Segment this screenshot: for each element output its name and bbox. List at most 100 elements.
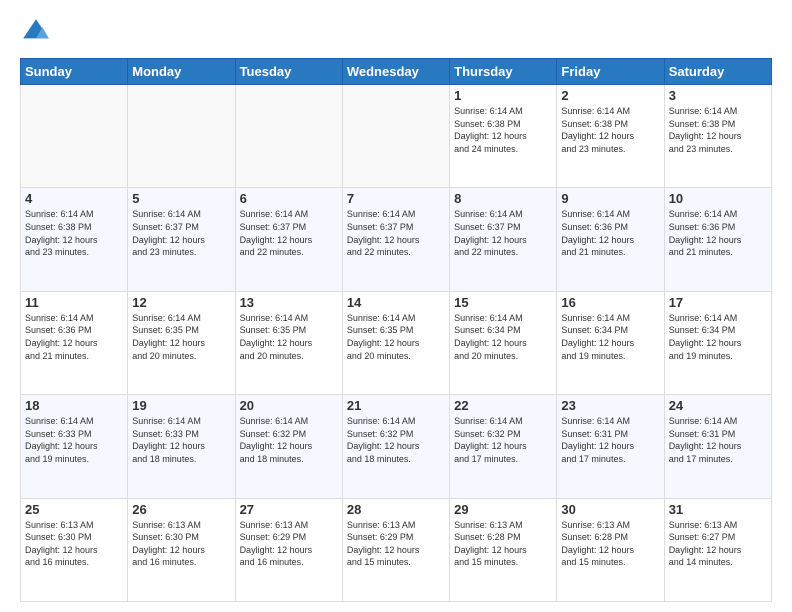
- calendar-cell: 21Sunrise: 6:14 AMSunset: 6:32 PMDayligh…: [342, 395, 449, 498]
- header-sunday: Sunday: [21, 59, 128, 85]
- day-info: Sunrise: 6:14 AMSunset: 6:38 PMDaylight:…: [561, 105, 659, 155]
- day-number: 20: [240, 398, 338, 413]
- day-info: Sunrise: 6:14 AMSunset: 6:36 PMDaylight:…: [25, 312, 123, 362]
- day-info: Sunrise: 6:14 AMSunset: 6:34 PMDaylight:…: [454, 312, 552, 362]
- day-number: 6: [240, 191, 338, 206]
- day-number: 9: [561, 191, 659, 206]
- header: [20, 16, 772, 48]
- calendar-cell: 13 Sunrise: 6:14 AMSunset: 6:35 PMDayligh…: [235, 291, 342, 394]
- day-number: 7: [347, 191, 445, 206]
- calendar-cell: 22 Sunrise: 6:14 AMSunset: 6:32 PMDayligh…: [450, 395, 557, 498]
- calendar-cell: [342, 85, 449, 188]
- week-row-1: 1 Sunrise: 6:14 AMSunset: 6:38 PMDaylight…: [21, 85, 772, 188]
- day-info: Sunrise: 6:14 AMSunset: 6:31 PMDaylight:…: [561, 415, 659, 465]
- day-number: 8: [454, 191, 552, 206]
- day-number: 11: [25, 295, 123, 310]
- day-number: 30: [561, 502, 659, 517]
- calendar-cell: 28Sunrise: 6:13 AMSunset: 6:29 PMDayligh…: [342, 498, 449, 601]
- calendar-cell: 10Sunrise: 6:14 AMSunset: 6:36 PMDayligh…: [664, 188, 771, 291]
- week-row-2: 4 Sunrise: 6:14 AMSunset: 6:38 PMDaylight…: [21, 188, 772, 291]
- calendar-cell: 31 Sunrise: 6:13 AMSunset: 6:27 PMDayligh…: [664, 498, 771, 601]
- calendar-cell: 17Sunrise: 6:14 AMSunset: 6:34 PMDayligh…: [664, 291, 771, 394]
- calendar-cell: 27Sunrise: 6:13 AMSunset: 6:29 PMDayligh…: [235, 498, 342, 601]
- day-number: 19: [132, 398, 230, 413]
- week-row-3: 11 Sunrise: 6:14 AMSunset: 6:36 PMDayligh…: [21, 291, 772, 394]
- day-number: 24: [669, 398, 767, 413]
- day-number: 21: [347, 398, 445, 413]
- day-info: Sunrise: 6:14 AMSunset: 6:38 PMDaylight:…: [454, 105, 552, 155]
- day-number: 12: [132, 295, 230, 310]
- day-info: Sunrise: 6:13 AMSunset: 6:28 PMDaylight:…: [561, 519, 659, 569]
- day-info: Sunrise: 6:13 AMSunset: 6:28 PMDaylight:…: [454, 519, 552, 569]
- page: SundayMondayTuesdayWednesdayThursdayFrid…: [0, 0, 792, 612]
- day-info: Sunrise: 6:13 AMSunset: 6:30 PMDaylight:…: [132, 519, 230, 569]
- calendar-cell: 25Sunrise: 6:13 AMSunset: 6:30 PMDayligh…: [21, 498, 128, 601]
- calendar-cell: 23 Sunrise: 6:14 AMSunset: 6:31 PMDayligh…: [557, 395, 664, 498]
- calendar-cell: [235, 85, 342, 188]
- calendar-cell: 11 Sunrise: 6:14 AMSunset: 6:36 PMDayligh…: [21, 291, 128, 394]
- header-saturday: Saturday: [664, 59, 771, 85]
- calendar-cell: 30 Sunrise: 6:13 AMSunset: 6:28 PMDayligh…: [557, 498, 664, 601]
- calendar-cell: 29 Sunrise: 6:13 AMSunset: 6:28 PMDayligh…: [450, 498, 557, 601]
- logo-icon: [20, 16, 52, 48]
- calendar-cell: [128, 85, 235, 188]
- calendar-cell: 6 Sunrise: 6:14 AMSunset: 6:37 PMDaylight…: [235, 188, 342, 291]
- day-info: Sunrise: 6:14 AMSunset: 6:37 PMDaylight:…: [454, 208, 552, 258]
- calendar-cell: 16 Sunrise: 6:14 AMSunset: 6:34 PMDayligh…: [557, 291, 664, 394]
- day-number: 14: [347, 295, 445, 310]
- logo: [20, 16, 56, 48]
- day-info: Sunrise: 6:14 AMSunset: 6:35 PMDaylight:…: [347, 312, 445, 362]
- calendar-cell: 24Sunrise: 6:14 AMSunset: 6:31 PMDayligh…: [664, 395, 771, 498]
- day-number: 29: [454, 502, 552, 517]
- day-number: 16: [561, 295, 659, 310]
- day-number: 3: [669, 88, 767, 103]
- day-info: Sunrise: 6:14 AMSunset: 6:35 PMDaylight:…: [240, 312, 338, 362]
- calendar-cell: 20 Sunrise: 6:14 AMSunset: 6:32 PMDayligh…: [235, 395, 342, 498]
- day-number: 10: [669, 191, 767, 206]
- calendar-cell: 7 Sunrise: 6:14 AMSunset: 6:37 PMDaylight…: [342, 188, 449, 291]
- day-info: Sunrise: 6:14 AMSunset: 6:32 PMDaylight:…: [240, 415, 338, 465]
- header-monday: Monday: [128, 59, 235, 85]
- day-info: Sunrise: 6:14 AMSunset: 6:32 PMDaylight:…: [454, 415, 552, 465]
- day-info: Sunrise: 6:14 AMSunset: 6:33 PMDaylight:…: [25, 415, 123, 465]
- header-tuesday: Tuesday: [235, 59, 342, 85]
- day-number: 27: [240, 502, 338, 517]
- day-info: Sunrise: 6:14 AMSunset: 6:37 PMDaylight:…: [347, 208, 445, 258]
- day-number: 2: [561, 88, 659, 103]
- day-number: 22: [454, 398, 552, 413]
- header-wednesday: Wednesday: [342, 59, 449, 85]
- day-number: 5: [132, 191, 230, 206]
- day-number: 26: [132, 502, 230, 517]
- week-row-5: 25Sunrise: 6:13 AMSunset: 6:30 PMDayligh…: [21, 498, 772, 601]
- day-info: Sunrise: 6:14 AMSunset: 6:34 PMDaylight:…: [669, 312, 767, 362]
- header-thursday: Thursday: [450, 59, 557, 85]
- day-info: Sunrise: 6:14 AMSunset: 6:37 PMDaylight:…: [132, 208, 230, 258]
- day-number: 15: [454, 295, 552, 310]
- calendar-cell: 4 Sunrise: 6:14 AMSunset: 6:38 PMDaylight…: [21, 188, 128, 291]
- calendar-table: SundayMondayTuesdayWednesdayThursdayFrid…: [20, 58, 772, 602]
- header-friday: Friday: [557, 59, 664, 85]
- day-number: 13: [240, 295, 338, 310]
- day-number: 4: [25, 191, 123, 206]
- day-info: Sunrise: 6:14 AMSunset: 6:36 PMDaylight:…: [561, 208, 659, 258]
- calendar-cell: 5 Sunrise: 6:14 AMSunset: 6:37 PMDaylight…: [128, 188, 235, 291]
- calendar-cell: 26 Sunrise: 6:13 AMSunset: 6:30 PMDayligh…: [128, 498, 235, 601]
- day-number: 31: [669, 502, 767, 517]
- calendar-cell: [21, 85, 128, 188]
- day-info: Sunrise: 6:14 AMSunset: 6:34 PMDaylight:…: [561, 312, 659, 362]
- day-info: Sunrise: 6:14 AMSunset: 6:33 PMDaylight:…: [132, 415, 230, 465]
- day-info: Sunrise: 6:14 AMSunset: 6:38 PMDaylight:…: [669, 105, 767, 155]
- day-number: 23: [561, 398, 659, 413]
- day-info: Sunrise: 6:13 AMSunset: 6:30 PMDaylight:…: [25, 519, 123, 569]
- calendar-cell: 1 Sunrise: 6:14 AMSunset: 6:38 PMDaylight…: [450, 85, 557, 188]
- day-info: Sunrise: 6:13 AMSunset: 6:27 PMDaylight:…: [669, 519, 767, 569]
- calendar-cell: 18Sunrise: 6:14 AMSunset: 6:33 PMDayligh…: [21, 395, 128, 498]
- calendar-cell: 9 Sunrise: 6:14 AMSunset: 6:36 PMDaylight…: [557, 188, 664, 291]
- day-number: 1: [454, 88, 552, 103]
- calendar-cell: 2 Sunrise: 6:14 AMSunset: 6:38 PMDaylight…: [557, 85, 664, 188]
- day-info: Sunrise: 6:14 AMSunset: 6:37 PMDaylight:…: [240, 208, 338, 258]
- calendar-cell: 3 Sunrise: 6:14 AMSunset: 6:38 PMDaylight…: [664, 85, 771, 188]
- day-info: Sunrise: 6:14 AMSunset: 6:38 PMDaylight:…: [25, 208, 123, 258]
- calendar-cell: 12Sunrise: 6:14 AMSunset: 6:35 PMDayligh…: [128, 291, 235, 394]
- calendar-header-row: SundayMondayTuesdayWednesdayThursdayFrid…: [21, 59, 772, 85]
